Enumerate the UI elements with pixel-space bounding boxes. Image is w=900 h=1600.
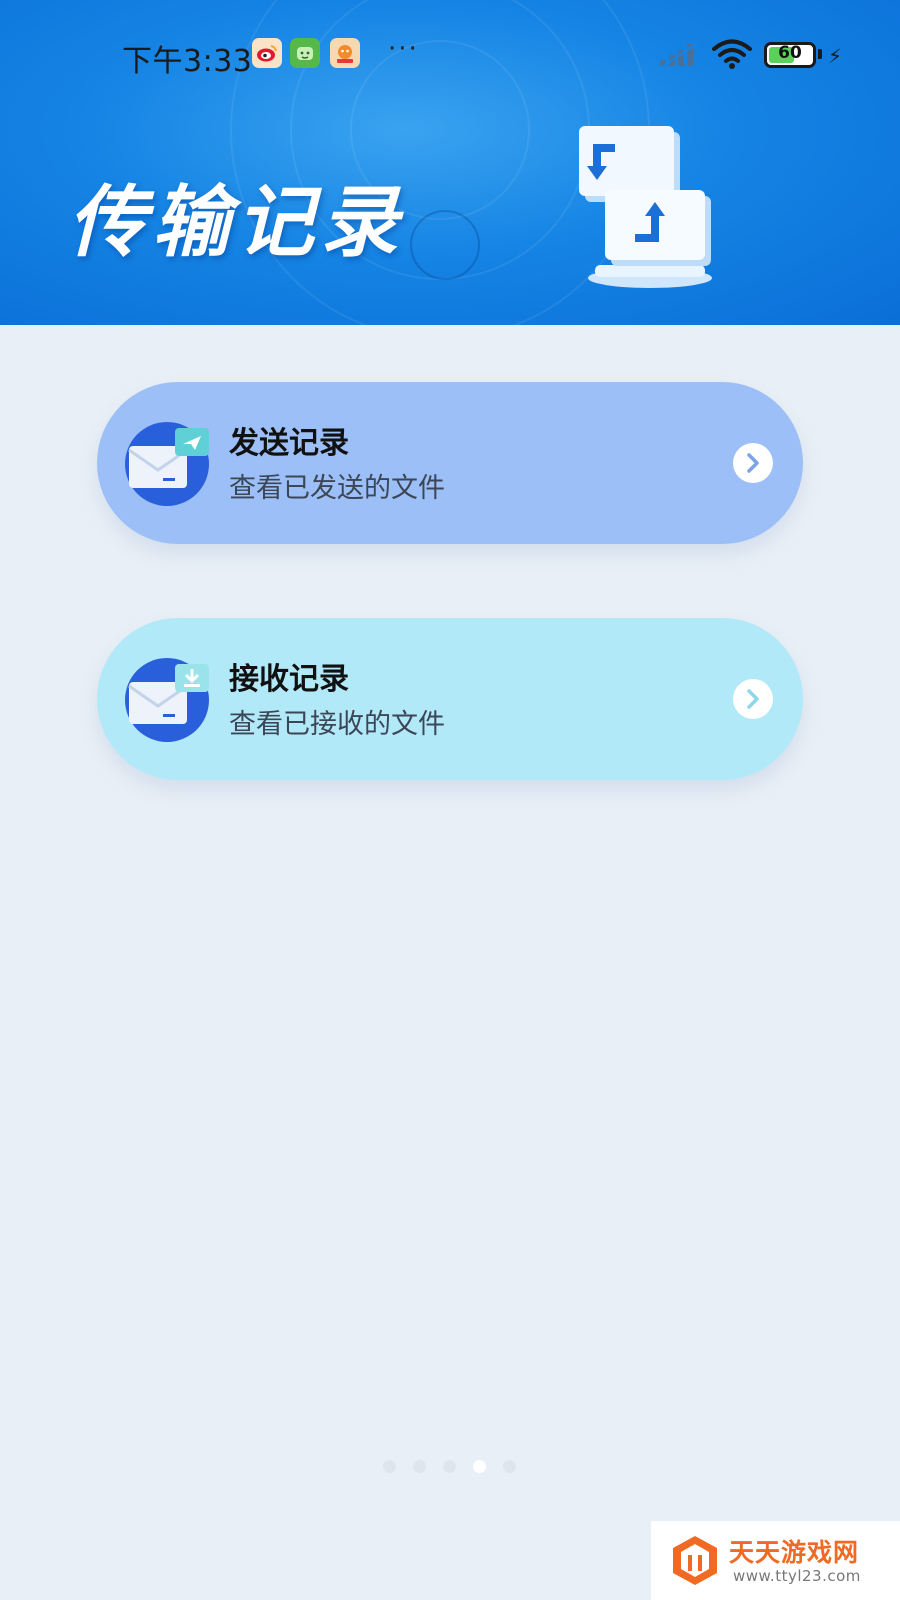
battery-cap — [818, 49, 822, 59]
chevron-right-icon[interactable] — [733, 443, 773, 483]
page-dot — [413, 1460, 426, 1473]
chevron-right-icon[interactable] — [733, 679, 773, 719]
page-dot — [473, 1460, 486, 1473]
receive-records-card[interactable]: 接收记录 查看已接收的文件 — [97, 618, 803, 780]
page-dot — [383, 1460, 396, 1473]
send-records-title: 发送记录 — [229, 426, 349, 461]
site-logo-icon — [673, 1536, 717, 1585]
receive-records-subtitle: 查看已接收的文件 — [229, 709, 445, 740]
wifi-icon — [712, 39, 752, 69]
status-time: 下午3:33 — [122, 44, 253, 79]
game-app-icon — [330, 38, 360, 68]
send-records-card[interactable]: 发送记录 查看已发送的文件 — [97, 382, 803, 544]
more-notifications: ··· — [388, 34, 419, 64]
page-dot — [443, 1460, 456, 1473]
send-records-subtitle: 查看已发送的文件 — [229, 473, 445, 504]
receive-records-title: 接收记录 — [229, 662, 349, 697]
transfer-illustration-icon — [579, 126, 712, 288]
page-title: 传输记录 — [68, 178, 405, 268]
wechat-mini-icon — [290, 38, 320, 68]
cell-signal-icon — [660, 42, 699, 68]
status-bar: 下午3:33 ··· 60 ⚡ — [0, 30, 900, 80]
site-name: 天天游戏网 — [729, 1538, 860, 1567]
page-indicator — [383, 1460, 516, 1473]
weibo-icon — [252, 38, 282, 68]
page-dot — [503, 1460, 516, 1473]
header-banner: 下午3:33 ··· 60 ⚡ 传输记录 — [0, 0, 900, 325]
send-file-icon — [125, 422, 209, 506]
charging-icon: ⚡ — [828, 44, 843, 68]
battery-indicator: 60 — [764, 42, 816, 68]
receive-file-icon — [125, 658, 209, 742]
site-watermark: 天天游戏网 www.ttyl23.com — [651, 1521, 900, 1600]
decorative-ring — [410, 210, 480, 280]
site-url: www.ttyl23.com — [733, 1567, 861, 1585]
battery-level: 60 — [778, 43, 802, 63]
